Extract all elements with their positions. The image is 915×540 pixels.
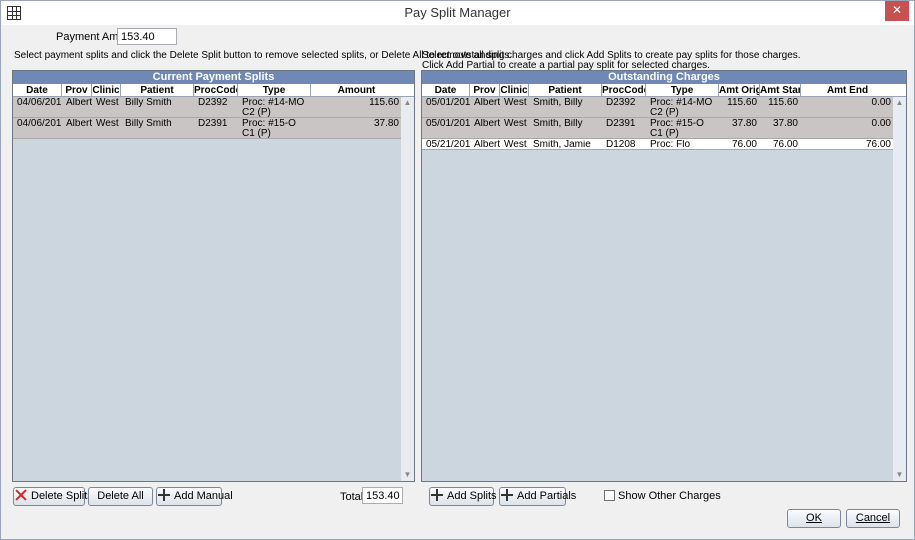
close-button[interactable]: ✕ bbox=[885, 1, 909, 21]
total-label: Total bbox=[340, 491, 364, 503]
cell-patient: Smith, Jamie bbox=[533, 140, 591, 150]
cell-prov: Albert bbox=[474, 98, 500, 108]
splits-scrollbar[interactable]: ▲ ▼ bbox=[401, 97, 414, 481]
cell-prov: Albert bbox=[474, 140, 500, 150]
cell-patient: Billy Smith bbox=[125, 98, 172, 108]
column-header-type[interactable]: Type bbox=[646, 84, 719, 97]
delete-all-button[interactable]: Delete All bbox=[88, 487, 153, 506]
column-header-prov[interactable]: Prov bbox=[470, 84, 500, 97]
cell-amt-start: 76.00 bbox=[772, 140, 798, 150]
charges-scrollbar[interactable]: ▲ ▼ bbox=[893, 97, 906, 481]
cell-amt-end: 0.00 bbox=[871, 119, 891, 129]
column-header-proccode[interactable]: ProcCode bbox=[602, 84, 646, 97]
plus-icon bbox=[500, 488, 514, 502]
pay-split-manager-window: Pay Split Manager ✕ Payment Amount 153.4… bbox=[0, 0, 915, 540]
cell-date: 04/06/2017 bbox=[17, 119, 62, 129]
cell-clinic: West bbox=[504, 140, 527, 150]
cell-date: 05/01/2015 bbox=[426, 98, 470, 108]
cell-date: 05/01/2015 bbox=[426, 119, 470, 129]
add-manual-button[interactable]: Add Manual bbox=[156, 487, 233, 506]
column-header-clinic[interactable]: Clinic bbox=[500, 84, 529, 97]
table-row[interactable]: 04/06/2017 Albert West Billy Smith D2392… bbox=[13, 97, 402, 118]
cell-prov: Albert bbox=[474, 119, 500, 129]
scroll-down-arrow-icon[interactable]: ▼ bbox=[401, 469, 414, 481]
cell-type: Proc: #15-O C1 (P) bbox=[242, 119, 296, 139]
cell-patient: Smith, Billy bbox=[533, 98, 583, 108]
add-manual-label: Add Manual bbox=[174, 490, 233, 502]
delete-splits-button[interactable]: Delete Splits bbox=[13, 487, 93, 506]
charges-grid-header: Date Prov Clinic Patient ProcCode Type A… bbox=[422, 84, 906, 97]
table-row[interactable]: 05/01/2015 Albert West Smith, Billy D239… bbox=[422, 118, 894, 139]
cell-amt-end: 0.00 bbox=[871, 98, 891, 108]
cell-clinic: West bbox=[96, 119, 119, 129]
cell-date: 05/21/2015 bbox=[426, 140, 470, 150]
table-row[interactable]: 04/06/2017 Albert West Billy Smith D2391… bbox=[13, 118, 402, 139]
column-header-amount[interactable]: Amount bbox=[311, 84, 402, 97]
column-header-amt-start[interactable]: Amt Start bbox=[760, 84, 801, 97]
add-splits-button[interactable]: Add Splits bbox=[429, 487, 497, 506]
delete-x-icon bbox=[14, 488, 28, 502]
plus-icon bbox=[430, 488, 444, 502]
column-header-patient[interactable]: Patient bbox=[529, 84, 602, 97]
cell-proccode: D2391 bbox=[606, 119, 636, 129]
cell-clinic: West bbox=[504, 98, 527, 108]
delete-splits-label: Delete Splits bbox=[31, 490, 93, 502]
column-header-proccode[interactable]: ProcCode bbox=[194, 84, 238, 97]
window-title: Pay Split Manager bbox=[404, 5, 511, 20]
cell-type: Proc: Flo bbox=[650, 140, 691, 150]
plus-icon bbox=[157, 488, 171, 502]
column-header-date[interactable]: Date bbox=[13, 84, 62, 97]
cell-type: Proc: #14-MO C2 (P) bbox=[650, 98, 713, 118]
cell-prov: Albert bbox=[66, 98, 92, 108]
cell-patient: Billy Smith bbox=[125, 119, 172, 129]
column-header-prov[interactable]: Prov bbox=[62, 84, 92, 97]
cell-amt-start: 37.80 bbox=[772, 119, 798, 129]
delete-all-label: Delete All bbox=[97, 490, 144, 502]
show-other-charges-label: Show Other Charges bbox=[618, 490, 721, 502]
cell-type: Proc: #15-O C1 (P) bbox=[650, 119, 704, 139]
column-header-clinic[interactable]: Clinic bbox=[92, 84, 121, 97]
ok-button[interactable]: OK bbox=[787, 509, 841, 528]
charges-grid-title: Outstanding Charges bbox=[422, 71, 906, 84]
scroll-down-arrow-icon[interactable]: ▼ bbox=[893, 469, 906, 481]
outstanding-charges-grid[interactable]: Outstanding Charges Date Prov Clinic Pat… bbox=[421, 70, 907, 482]
total-field: 153.40 bbox=[362, 487, 403, 504]
table-row[interactable]: 05/21/2015 Albert West Smith, Jamie D120… bbox=[422, 139, 894, 150]
table-row[interactable]: 05/01/2015 Albert West Smith, Billy D239… bbox=[422, 97, 894, 118]
payment-amount-field[interactable]: 153.40 bbox=[117, 28, 177, 45]
cell-amount: 37.80 bbox=[373, 119, 399, 129]
add-partials-button[interactable]: Add Partials bbox=[499, 487, 576, 506]
cell-proccode: D1208 bbox=[606, 140, 636, 150]
column-header-amt-orig[interactable]: Amt Orig bbox=[719, 84, 760, 97]
cancel-button[interactable]: Cancel bbox=[846, 509, 900, 528]
current-payment-splits-grid[interactable]: Current Payment Splits Date Prov Clinic … bbox=[12, 70, 415, 482]
cell-amt-orig: 76.00 bbox=[731, 140, 757, 150]
cell-clinic: West bbox=[96, 98, 119, 108]
column-header-amt-end[interactable]: Amt End bbox=[801, 84, 894, 97]
cell-patient: Smith, Billy bbox=[533, 119, 583, 129]
cell-amt-start: 115.60 bbox=[768, 98, 798, 108]
cell-proccode: D2391 bbox=[198, 119, 228, 129]
cell-prov: Albert bbox=[66, 119, 92, 129]
column-header-date[interactable]: Date bbox=[422, 84, 470, 97]
splits-grid-title: Current Payment Splits bbox=[13, 71, 414, 84]
scroll-up-arrow-icon[interactable]: ▲ bbox=[893, 97, 906, 109]
column-header-type[interactable]: Type bbox=[238, 84, 311, 97]
cell-amt-orig: 37.80 bbox=[731, 119, 757, 129]
add-splits-label: Add Splits bbox=[447, 490, 497, 502]
scroll-up-arrow-icon[interactable]: ▲ bbox=[401, 97, 414, 109]
cell-date: 04/06/2017 bbox=[17, 98, 62, 108]
cell-amt-end: 76.00 bbox=[865, 140, 891, 150]
add-partials-label: Add Partials bbox=[517, 490, 577, 502]
show-other-charges-checkbox[interactable] bbox=[604, 490, 615, 501]
cell-clinic: West bbox=[504, 119, 527, 129]
cell-proccode: D2392 bbox=[606, 98, 636, 108]
splits-grid-header: Date Prov Clinic Patient ProcCode Type A… bbox=[13, 84, 414, 97]
column-header-patient[interactable]: Patient bbox=[121, 84, 194, 97]
cell-proccode: D2392 bbox=[198, 98, 228, 108]
cell-amount: 115.60 bbox=[369, 98, 399, 108]
cell-type: Proc: #14-MO C2 (P) bbox=[242, 98, 305, 118]
title-bar: Pay Split Manager ✕ bbox=[1, 1, 914, 25]
cell-amt-orig: 115.60 bbox=[727, 98, 757, 108]
